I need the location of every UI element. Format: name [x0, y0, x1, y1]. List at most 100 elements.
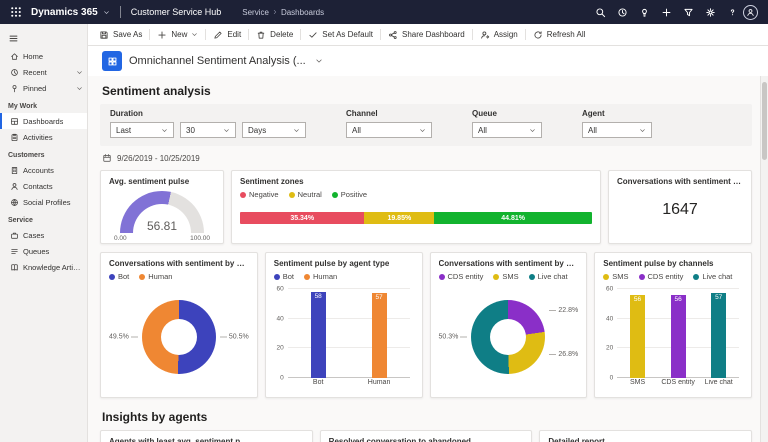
command-refresh-all-button[interactable]: Refresh All — [526, 24, 593, 45]
chevron-down-icon[interactable] — [315, 57, 323, 65]
sidebar-item-label: Social Profiles — [23, 198, 71, 207]
help-icon[interactable] — [727, 7, 738, 18]
sidebar-section-header: Service — [0, 210, 87, 227]
bar-value-label: 57 — [372, 294, 387, 301]
command-save-as-button[interactable]: Save As — [92, 24, 149, 45]
history-icon[interactable] — [617, 7, 628, 18]
card-title: Resolved conversation to abandoned... — [329, 437, 524, 442]
card-title: Conversations with sentiment p... — [617, 177, 743, 186]
channel-filter-group: Channel All — [346, 109, 432, 138]
gauge-value: 56.81 — [120, 219, 204, 233]
sentiment-zones-bar: 35.34%19.85%44.81% — [240, 212, 592, 224]
chevron-right-icon — [272, 9, 278, 15]
scrollbar-thumb[interactable] — [762, 82, 767, 160]
gauge-minmax: 0.00 100.00 — [114, 235, 210, 242]
command-delete-button[interactable]: Delete — [249, 24, 300, 45]
bar-cds-entity: 56 — [671, 295, 686, 378]
sidebar-item-home[interactable]: Home — [0, 48, 87, 64]
chart-legend: BotHuman — [109, 272, 249, 281]
dashboard-grid-icon — [107, 56, 118, 67]
sidebar-sections: HomeRecentPinnedMy WorkDashboardsActivit… — [0, 48, 87, 275]
sidebar-item-dashboards[interactable]: Dashboards — [0, 113, 87, 129]
suggestions-icon[interactable] — [639, 7, 650, 18]
breadcrumb: Service Dashboards — [242, 8, 324, 17]
breadcrumb-page[interactable]: Dashboards — [281, 8, 324, 17]
section-title-insights: Insights by agents — [102, 410, 752, 424]
settings-icon[interactable] — [705, 7, 716, 18]
zone-segment-44-81: 44.81% — [434, 212, 592, 224]
sidebar-item-cases[interactable]: Cases — [0, 227, 87, 243]
select-value: Last — [116, 126, 131, 135]
duration-type-select[interactable]: Last — [110, 122, 174, 138]
channel-select[interactable]: All — [346, 122, 432, 138]
chevron-down-icon — [76, 85, 83, 92]
sidebar-item-label: Knowledge Articles — [23, 263, 83, 272]
dashboard-selector[interactable]: Omnichannel Sentiment Analysis (... — [129, 55, 306, 67]
card-resolved-conversation-to-abandoned: Resolved conversation to abandoned... — [320, 430, 533, 442]
agent-select[interactable]: All — [582, 122, 652, 138]
command-label: Delete — [270, 30, 293, 39]
sidebar-item-queues[interactable]: Queues — [0, 243, 87, 259]
duration-count-select[interactable]: 30 — [180, 122, 236, 138]
search-icon[interactable] — [595, 7, 606, 18]
activities-icon — [10, 133, 19, 142]
card-detailed-report: Detailed report... — [539, 430, 752, 442]
sidebar-item-activities[interactable]: Activities — [0, 129, 87, 145]
section-title-sentiment: Sentiment analysis — [102, 84, 752, 98]
donut-hole — [161, 319, 197, 355]
knowledge-articles-icon — [10, 263, 19, 272]
sidebar-item-knowledge-articles[interactable]: Knowledge Articles — [0, 259, 87, 275]
legend-dot — [603, 274, 609, 280]
sidebar-item-accounts[interactable]: Accounts — [0, 162, 87, 178]
sidebar-item-label: Cases — [23, 231, 44, 240]
sidebar-item-recent[interactable]: Recent — [0, 64, 87, 80]
topbar-icon-group — [595, 7, 738, 18]
bar-value-label: 58 — [311, 293, 326, 300]
vertical-scrollbar[interactable] — [760, 76, 768, 442]
card-pulse-by-agent-type: Sentiment pulse by agent type BotHuman 0… — [265, 252, 423, 398]
legend-item-live-chat: Live chat — [529, 272, 568, 281]
y-tick-label: 60 — [606, 286, 613, 293]
command-set-as-default-button[interactable]: Set As Default — [301, 24, 380, 45]
duration-unit-select[interactable]: Days — [242, 122, 306, 138]
advanced-filter-icon[interactable] — [683, 7, 694, 18]
app-chevron-down-icon[interactable] — [103, 9, 110, 16]
quick-create-icon[interactable] — [661, 7, 672, 18]
bar-human: 57 — [372, 293, 387, 378]
x-category-label: SMS — [617, 379, 658, 389]
sidebar-item-label: Contacts — [23, 182, 53, 191]
command-share-dashboard-button[interactable]: Share Dashboard — [381, 24, 472, 45]
legend-item-live-chat: Live chat — [693, 272, 732, 281]
sidebar-item-label: Activities — [23, 133, 53, 142]
sidebar-item-label: Accounts — [23, 166, 54, 175]
card-sentiment-zones: Sentiment zones NegativeNeutralPositive … — [231, 170, 601, 244]
waffle-menu-icon[interactable] — [10, 6, 22, 18]
agent-label: Agent — [582, 109, 652, 118]
legend-dot — [289, 192, 295, 198]
command-assign-button[interactable]: Assign — [473, 24, 525, 45]
command-label: Set As Default — [322, 30, 373, 39]
sidebar-item-contacts[interactable]: Contacts — [0, 178, 87, 194]
refresh-all-icon — [533, 30, 543, 40]
legend-dot — [304, 274, 310, 280]
hub-title[interactable]: Customer Service Hub — [131, 7, 222, 17]
sidebar-section-header: Customers — [0, 145, 87, 162]
sidebar-item-social-profiles[interactable]: Social Profiles — [0, 194, 87, 210]
donut-chart-channel: 22.8%26.8%50.3% — [439, 283, 579, 391]
pinned-icon — [10, 84, 19, 93]
share-dashboard-icon — [388, 30, 398, 40]
card-title: Sentiment pulse by agent type — [274, 259, 414, 268]
sidebar-collapse-button[interactable] — [0, 28, 87, 48]
content-pane: Save AsNewEdit Delete Set As Default Share … — [88, 24, 768, 442]
sidebar-item-pinned[interactable]: Pinned — [0, 80, 87, 96]
bar-value-label: 57 — [711, 294, 726, 301]
chevron-down-icon — [223, 127, 230, 134]
user-avatar[interactable] — [743, 5, 758, 20]
app-title[interactable]: Dynamics 365 — [31, 7, 98, 18]
command-edit-button[interactable]: Edit — [206, 24, 248, 45]
command-new-button[interactable]: New — [150, 24, 205, 45]
calendar-icon — [102, 153, 112, 163]
queue-select[interactable]: All — [472, 122, 542, 138]
breadcrumb-area[interactable]: Service — [242, 8, 269, 17]
dashboard-canvas: Sentiment analysis Duration Last 30 Days… — [88, 76, 768, 442]
